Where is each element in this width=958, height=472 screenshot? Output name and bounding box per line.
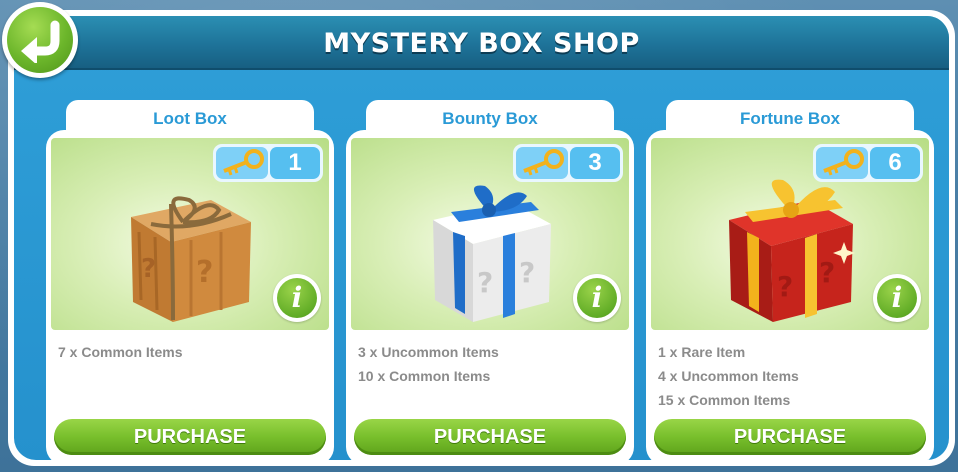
- shop-panel: MYSTERY BOX SHOP Loot Box ? ? 1 i 7 x Co…: [8, 10, 955, 466]
- price-value: 6: [870, 147, 920, 179]
- content-line: 7 x Common Items: [58, 344, 183, 360]
- key-icon: [516, 147, 568, 179]
- box-art-area: ? ? 1 i: [51, 138, 329, 330]
- price-badge: 3: [513, 144, 623, 182]
- svg-text:?: ?: [777, 270, 793, 303]
- back-button-face: [7, 7, 73, 73]
- svg-text:?: ?: [519, 256, 535, 289]
- back-arrow-icon: [21, 20, 60, 63]
- bounty-box-icon: ? ?: [433, 185, 551, 322]
- purchase-button[interactable]: PURCHASE: [654, 419, 926, 455]
- box-card-fortune: ? ? 6 i 1 x Rare Item 4 x Uncommon Items…: [646, 130, 934, 460]
- content-line: 1 x Rare Item: [658, 344, 746, 360]
- loot-box-icon: ? ?: [131, 196, 251, 322]
- box-art-area: ? ? 3 i: [351, 138, 629, 330]
- info-icon: i: [277, 278, 317, 318]
- price-badge: 1: [213, 144, 323, 182]
- content-line: 15 x Common Items: [658, 392, 791, 408]
- content-line: 3 x Uncommon Items: [358, 344, 499, 360]
- info-button[interactable]: i: [573, 274, 621, 322]
- shop-panel-inner: MYSTERY BOX SHOP Loot Box ? ? 1 i 7 x Co…: [14, 16, 949, 460]
- box-name: Fortune Box: [739, 109, 841, 128]
- svg-text:?: ?: [196, 255, 213, 290]
- box-card-loot: ? ? 1 i 7 x Common Items PURCHASE: [46, 130, 334, 460]
- price-value: 1: [270, 147, 320, 179]
- price-badge: 6: [813, 144, 923, 182]
- key-icon: [216, 147, 268, 179]
- price-value: 3: [570, 147, 620, 179]
- purchase-button[interactable]: PURCHASE: [54, 419, 326, 455]
- content-line: 10 x Common Items: [358, 368, 491, 384]
- svg-text:?: ?: [819, 256, 835, 289]
- box-name: Loot Box: [153, 109, 227, 128]
- box-name: Bounty Box: [442, 109, 538, 128]
- purchase-button[interactable]: PURCHASE: [354, 419, 626, 455]
- info-button[interactable]: i: [273, 274, 321, 322]
- info-icon: i: [877, 278, 917, 318]
- content-line: 4 x Uncommon Items: [658, 368, 799, 384]
- svg-text:?: ?: [477, 266, 493, 299]
- back-button[interactable]: [2, 2, 78, 78]
- box-contents: 7 x Common Items: [58, 340, 182, 364]
- page-title: MYSTERY BOX SHOP: [323, 28, 640, 59]
- box-card-bounty: ? ? 3 i 3 x Uncommon Items 10 x Common I…: [346, 130, 634, 460]
- box-art-area: ? ? 6 i: [651, 138, 929, 330]
- info-icon: i: [577, 278, 617, 318]
- svg-text:?: ?: [141, 254, 156, 284]
- fortune-box-icon: ? ?: [729, 179, 855, 322]
- box-contents: 1 x Rare Item 4 x Uncommon Items 15 x Co…: [658, 340, 799, 412]
- info-button[interactable]: i: [873, 274, 921, 322]
- header-bar: MYSTERY BOX SHOP: [14, 16, 949, 70]
- key-icon: [816, 147, 868, 179]
- box-contents: 3 x Uncommon Items 10 x Common Items: [358, 340, 499, 388]
